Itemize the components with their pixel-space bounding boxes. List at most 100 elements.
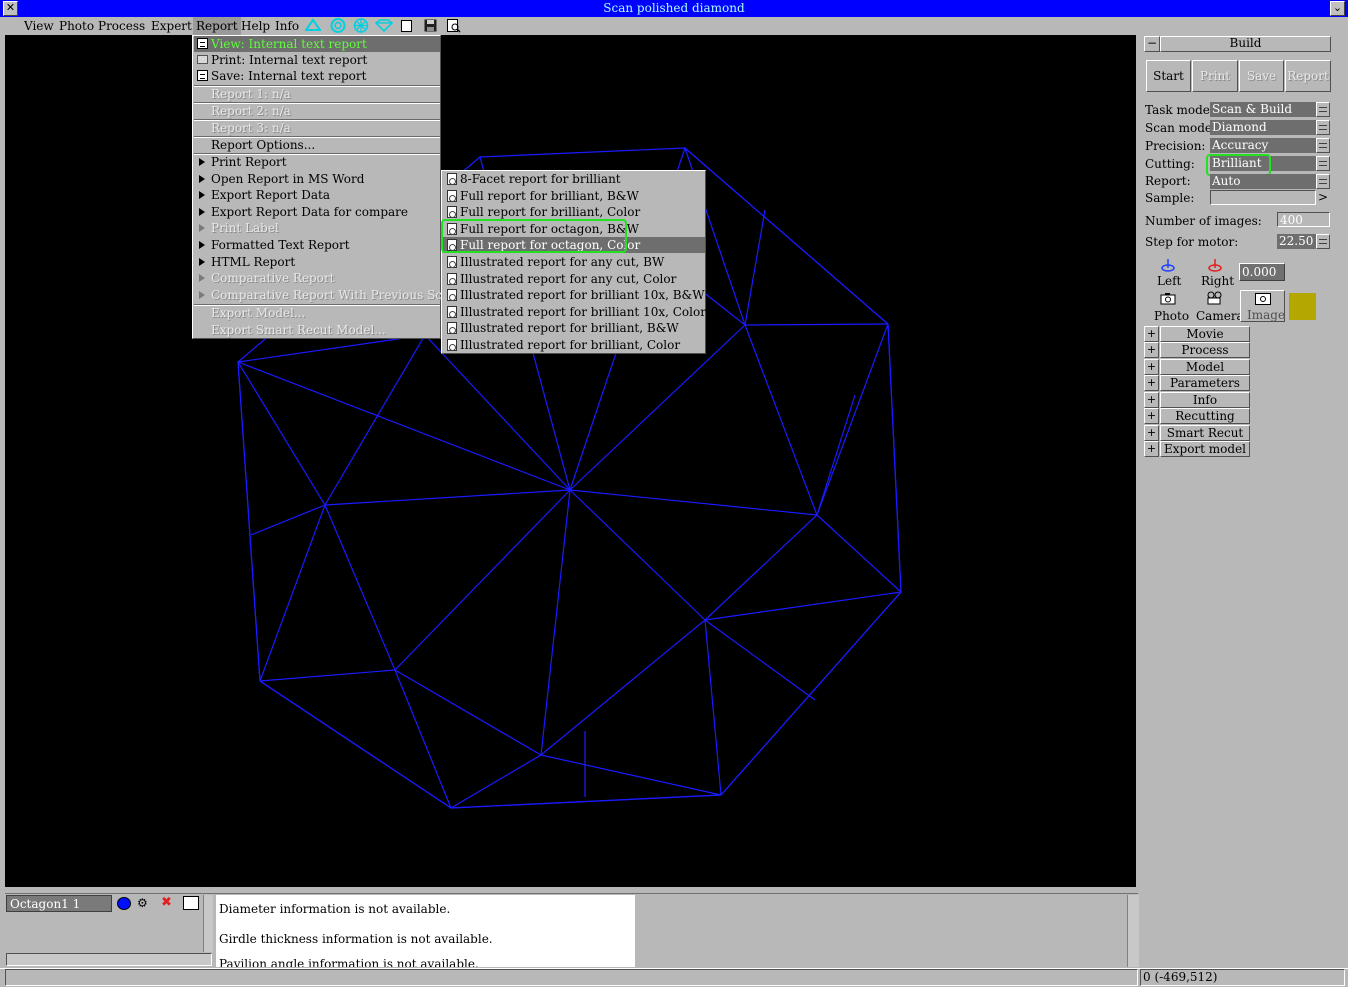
- page-icon: [447, 173, 457, 185]
- menu-item-export-report-data[interactable]: Export Report Data: [194, 187, 440, 203]
- section-recutting[interactable]: Recutting: [1160, 408, 1250, 424]
- menu-item-open-in-word[interactable]: Open Report in MS Word: [194, 171, 440, 187]
- smart-recut-expand-icon[interactable]: +: [1144, 425, 1159, 441]
- save-button: Save: [1239, 60, 1284, 92]
- menu-report[interactable]: Report: [193, 17, 241, 35]
- process-expand-icon[interactable]: +: [1144, 342, 1159, 358]
- menu-item-view-internal-report[interactable]: View: Internal text report: [194, 36, 440, 52]
- submenu-item[interactable]: Illustrated report for brilliant, Color: [443, 337, 705, 353]
- step-motor-spin-icon[interactable]: [1316, 234, 1330, 249]
- horizontal-scrollbar[interactable]: [6, 953, 212, 966]
- scan-mode-dropdown-icon[interactable]: [1316, 120, 1330, 135]
- print-preview-icon[interactable]: [447, 19, 461, 33]
- info-vertical-scrollbar[interactable]: [1127, 895, 1139, 967]
- section-model[interactable]: Model: [1160, 359, 1250, 375]
- model-expand-icon[interactable]: +: [1144, 359, 1159, 375]
- menu-item-print-report[interactable]: Print Report: [194, 154, 440, 170]
- parameters-expand-icon[interactable]: +: [1144, 375, 1159, 391]
- precision-select[interactable]: Accuracy: [1210, 138, 1316, 153]
- section-info[interactable]: Info: [1160, 392, 1250, 408]
- section-parameters[interactable]: Parameters: [1160, 375, 1250, 391]
- model-name-field[interactable]: Octagon1 1: [6, 895, 112, 912]
- menu-help[interactable]: Help: [238, 17, 273, 35]
- submenu-item-label: Full report for octagon, Color: [460, 238, 641, 252]
- submenu-item-label: 8-Facet report for brilliant: [460, 172, 621, 186]
- menu-item-label: Report 2: n/a: [211, 104, 291, 118]
- rotate-left-icon[interactable]: [1160, 257, 1176, 273]
- page-icon: [447, 273, 457, 285]
- sample-arrow-button[interactable]: >: [1318, 190, 1328, 204]
- submenu-item[interactable]: Illustrated report for brilliant 10x, B&…: [443, 287, 705, 303]
- start-button[interactable]: Start: [1146, 60, 1191, 92]
- submenu-item[interactable]: Illustrated report for brilliant 10x, Co…: [443, 304, 706, 320]
- submenu-item[interactable]: Full report for brilliant, B&W: [443, 188, 705, 204]
- sample-field[interactable]: [1210, 190, 1316, 205]
- submenu-item[interactable]: Illustrated report for any cut, Color: [443, 271, 705, 287]
- cutting-dropdown-icon[interactable]: [1316, 156, 1330, 171]
- cutting-select[interactable]: Brilliant: [1210, 156, 1316, 171]
- menu-photo[interactable]: Photo: [56, 17, 97, 35]
- panel-collapse-button[interactable]: −: [1144, 36, 1160, 52]
- info-text-area[interactable]: Diameter information is not available. G…: [216, 895, 635, 967]
- submenu-item[interactable]: Full report for brilliant, Color: [443, 204, 705, 220]
- save-icon[interactable]: [424, 19, 437, 32]
- collapse-icon[interactable]: ⌄: [1330, 1, 1345, 16]
- submenu-item-octagon-color[interactable]: Full report for octagon, Color: [443, 237, 705, 253]
- menu-item-formatted-text-report[interactable]: Formatted Text Report: [194, 237, 440, 253]
- menu-expert[interactable]: Expert: [148, 17, 195, 35]
- num-images-field[interactable]: 400: [1277, 212, 1330, 227]
- movie-expand-icon[interactable]: +: [1144, 326, 1159, 342]
- section-smart-recut[interactable]: Smart Recut: [1160, 425, 1250, 441]
- section-process[interactable]: Process: [1160, 342, 1250, 358]
- task-mode-dropdown-icon[interactable]: [1316, 102, 1330, 117]
- diamond-top-icon[interactable]: [305, 18, 321, 32]
- model-viewport[interactable]: [5, 35, 1136, 887]
- left-vertical-scrollbar[interactable]: [203, 895, 213, 952]
- image-button[interactable]: Image: [1240, 290, 1285, 322]
- rotation-angle-field[interactable]: 0.000: [1239, 263, 1285, 281]
- export-model-expand-icon[interactable]: +: [1144, 441, 1159, 457]
- rotate-right-icon[interactable]: [1207, 257, 1223, 273]
- menu-info[interactable]: Info: [272, 17, 302, 35]
- step-motor-field[interactable]: 22.50: [1277, 234, 1316, 249]
- task-mode-select[interactable]: Scan & Build: [1210, 102, 1316, 117]
- build-section-title[interactable]: Build: [1160, 36, 1331, 52]
- blue-dot-icon[interactable]: [117, 897, 131, 910]
- diamond-side-icon[interactable]: [375, 19, 393, 32]
- recutting-expand-icon[interactable]: +: [1144, 408, 1159, 424]
- menu-item-export-report-compare[interactable]: Export Report Data for compare: [194, 204, 440, 220]
- scan-mode-select[interactable]: Diamond: [1210, 120, 1316, 135]
- submenu-arrow-icon: [199, 258, 205, 266]
- submenu-item[interactable]: 8-Facet report for brilliant: [443, 171, 705, 187]
- diamond-flower-icon[interactable]: [352, 18, 370, 33]
- menu-item-save-internal-report[interactable]: Save: Internal text report: [194, 68, 440, 84]
- delete-icon[interactable]: ✖: [161, 896, 175, 910]
- menu-item-report-3: Report 3: n/a: [194, 120, 440, 136]
- close-icon[interactable]: ✕: [3, 1, 18, 16]
- submenu-item-octagon-bw[interactable]: Full report for octagon, B&W: [443, 221, 705, 237]
- precision-dropdown-icon[interactable]: [1316, 138, 1330, 153]
- menu-process[interactable]: Process: [95, 17, 148, 35]
- photo-camera-icon[interactable]: [1160, 292, 1176, 305]
- menu-item-label: View: Internal text report: [211, 37, 367, 51]
- settings-gears-icon[interactable]: ⚙: [137, 897, 153, 911]
- diamond-wireframe: [237, 146, 902, 809]
- report-dropdown-icon[interactable]: [1316, 174, 1330, 189]
- info-expand-icon[interactable]: +: [1144, 392, 1159, 408]
- menu-item-html-report[interactable]: HTML Report: [194, 254, 440, 270]
- list-icon[interactable]: [183, 896, 199, 910]
- menu-item-report-options[interactable]: Report Options...: [194, 137, 440, 153]
- section-movie[interactable]: Movie: [1160, 326, 1250, 342]
- submenu-item-label: Illustrated report for brilliant, Color: [460, 338, 681, 352]
- menu-item-print-internal-report[interactable]: Print: Internal text report: [194, 52, 440, 68]
- report-select[interactable]: Auto: [1210, 174, 1316, 189]
- menu-view[interactable]: View: [21, 17, 57, 35]
- video-camera-icon[interactable]: [1206, 291, 1224, 305]
- page-icon: [447, 190, 457, 202]
- submenu-item[interactable]: Illustrated report for brilliant, B&W: [443, 320, 705, 336]
- report-doc-icon[interactable]: [401, 20, 412, 32]
- submenu-item[interactable]: Illustrated report for any cut, BW: [443, 254, 705, 270]
- color-indicator: [1289, 293, 1316, 320]
- diamond-star-icon[interactable]: [329, 18, 347, 33]
- section-export-model[interactable]: Export model: [1160, 441, 1250, 457]
